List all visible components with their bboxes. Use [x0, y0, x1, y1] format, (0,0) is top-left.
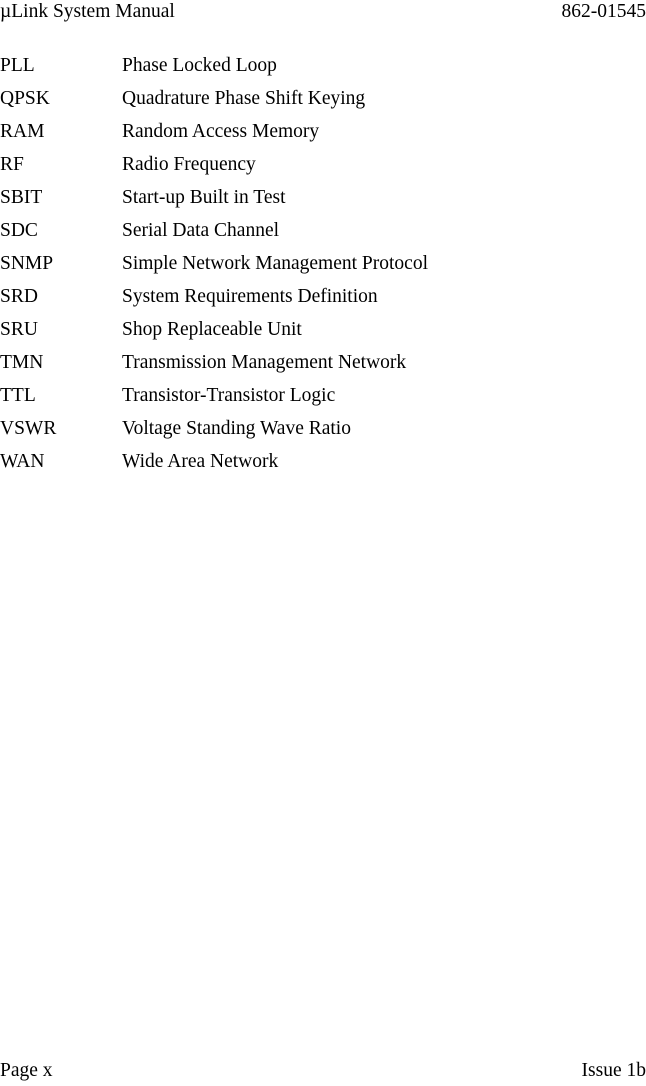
- abbreviation-definition: Quadrature Phase Shift Keying: [122, 88, 366, 109]
- abbreviation-term: WAN: [0, 451, 45, 472]
- abbreviation-definition: Transmission Management Network: [122, 352, 407, 373]
- abbreviation-list: PLL Phase Locked Loop QPSK Quadrature Phase…: [0, 49, 646, 478]
- abbreviation-term: TMN: [0, 352, 44, 373]
- issue-number: Issue 1b: [581, 1060, 646, 1081]
- abbreviation-row: TTL Transistor-Transistor Logic: [0, 379, 646, 412]
- abbreviation-row: RAM Random Access Memory: [0, 115, 646, 148]
- abbreviation-term: SBIT: [0, 187, 43, 208]
- abbreviation-row: SBIT Start-up Built in Test: [0, 181, 646, 214]
- abbreviation-term: SNMP: [0, 253, 54, 274]
- abbreviation-definition: Random Access Memory: [122, 121, 320, 142]
- abbreviation-row: TMN Transmission Management Network: [0, 346, 646, 379]
- abbreviation-definition: Shop Replaceable Unit: [122, 319, 302, 340]
- abbreviation-term: PLL: [0, 55, 35, 76]
- abbreviation-definition: Simple Network Management Protocol: [122, 253, 428, 274]
- abbreviation-row: SRD System Requirements Definition: [0, 280, 646, 313]
- abbreviation-row: SNMP Simple Network Management Protocol: [0, 247, 646, 280]
- abbreviation-term: VSWR: [0, 418, 57, 439]
- document-title: µLink System Manual: [0, 1, 175, 22]
- document-page: µLink System Manual 862-01545 PLL Phase L…: [0, 0, 646, 1086]
- abbreviation-term: SDC: [0, 220, 38, 241]
- abbreviation-term: QPSK: [0, 88, 50, 109]
- abbreviation-definition: System Requirements Definition: [122, 286, 378, 307]
- abbreviation-definition: Serial Data Channel: [122, 220, 280, 241]
- abbreviation-row: QPSK Quadrature Phase Shift Keying: [0, 82, 646, 115]
- abbreviation-row: SDC Serial Data Channel: [0, 214, 646, 247]
- page-number: Page x: [0, 1060, 53, 1081]
- abbreviation-term: RF: [0, 154, 24, 175]
- abbreviation-row: RF Radio Frequency: [0, 148, 646, 181]
- abbreviation-term: TTL: [0, 385, 36, 406]
- abbreviation-definition: Wide Area Network: [122, 451, 279, 472]
- abbreviation-term: SRU: [0, 319, 38, 340]
- document-number: 862-01545: [561, 1, 646, 22]
- abbreviation-term: SRD: [0, 286, 38, 307]
- abbreviation-definition: Radio Frequency: [122, 154, 256, 175]
- abbreviation-definition: Start-up Built in Test: [122, 187, 286, 208]
- abbreviation-row: VSWR Voltage Standing Wave Ratio: [0, 412, 646, 445]
- page-header: µLink System Manual 862-01545: [0, 0, 646, 26]
- abbreviation-row: PLL Phase Locked Loop: [0, 49, 646, 82]
- abbreviation-definition: Phase Locked Loop: [122, 55, 277, 76]
- abbreviation-definition: Transistor-Transistor Logic: [122, 385, 336, 406]
- page-footer: Page x Issue 1b: [0, 1057, 646, 1083]
- abbreviation-term: RAM: [0, 121, 45, 142]
- abbreviation-definition: Voltage Standing Wave Ratio: [122, 418, 351, 439]
- abbreviation-row: WAN Wide Area Network: [0, 445, 646, 478]
- abbreviation-row: SRU Shop Replaceable Unit: [0, 313, 646, 346]
